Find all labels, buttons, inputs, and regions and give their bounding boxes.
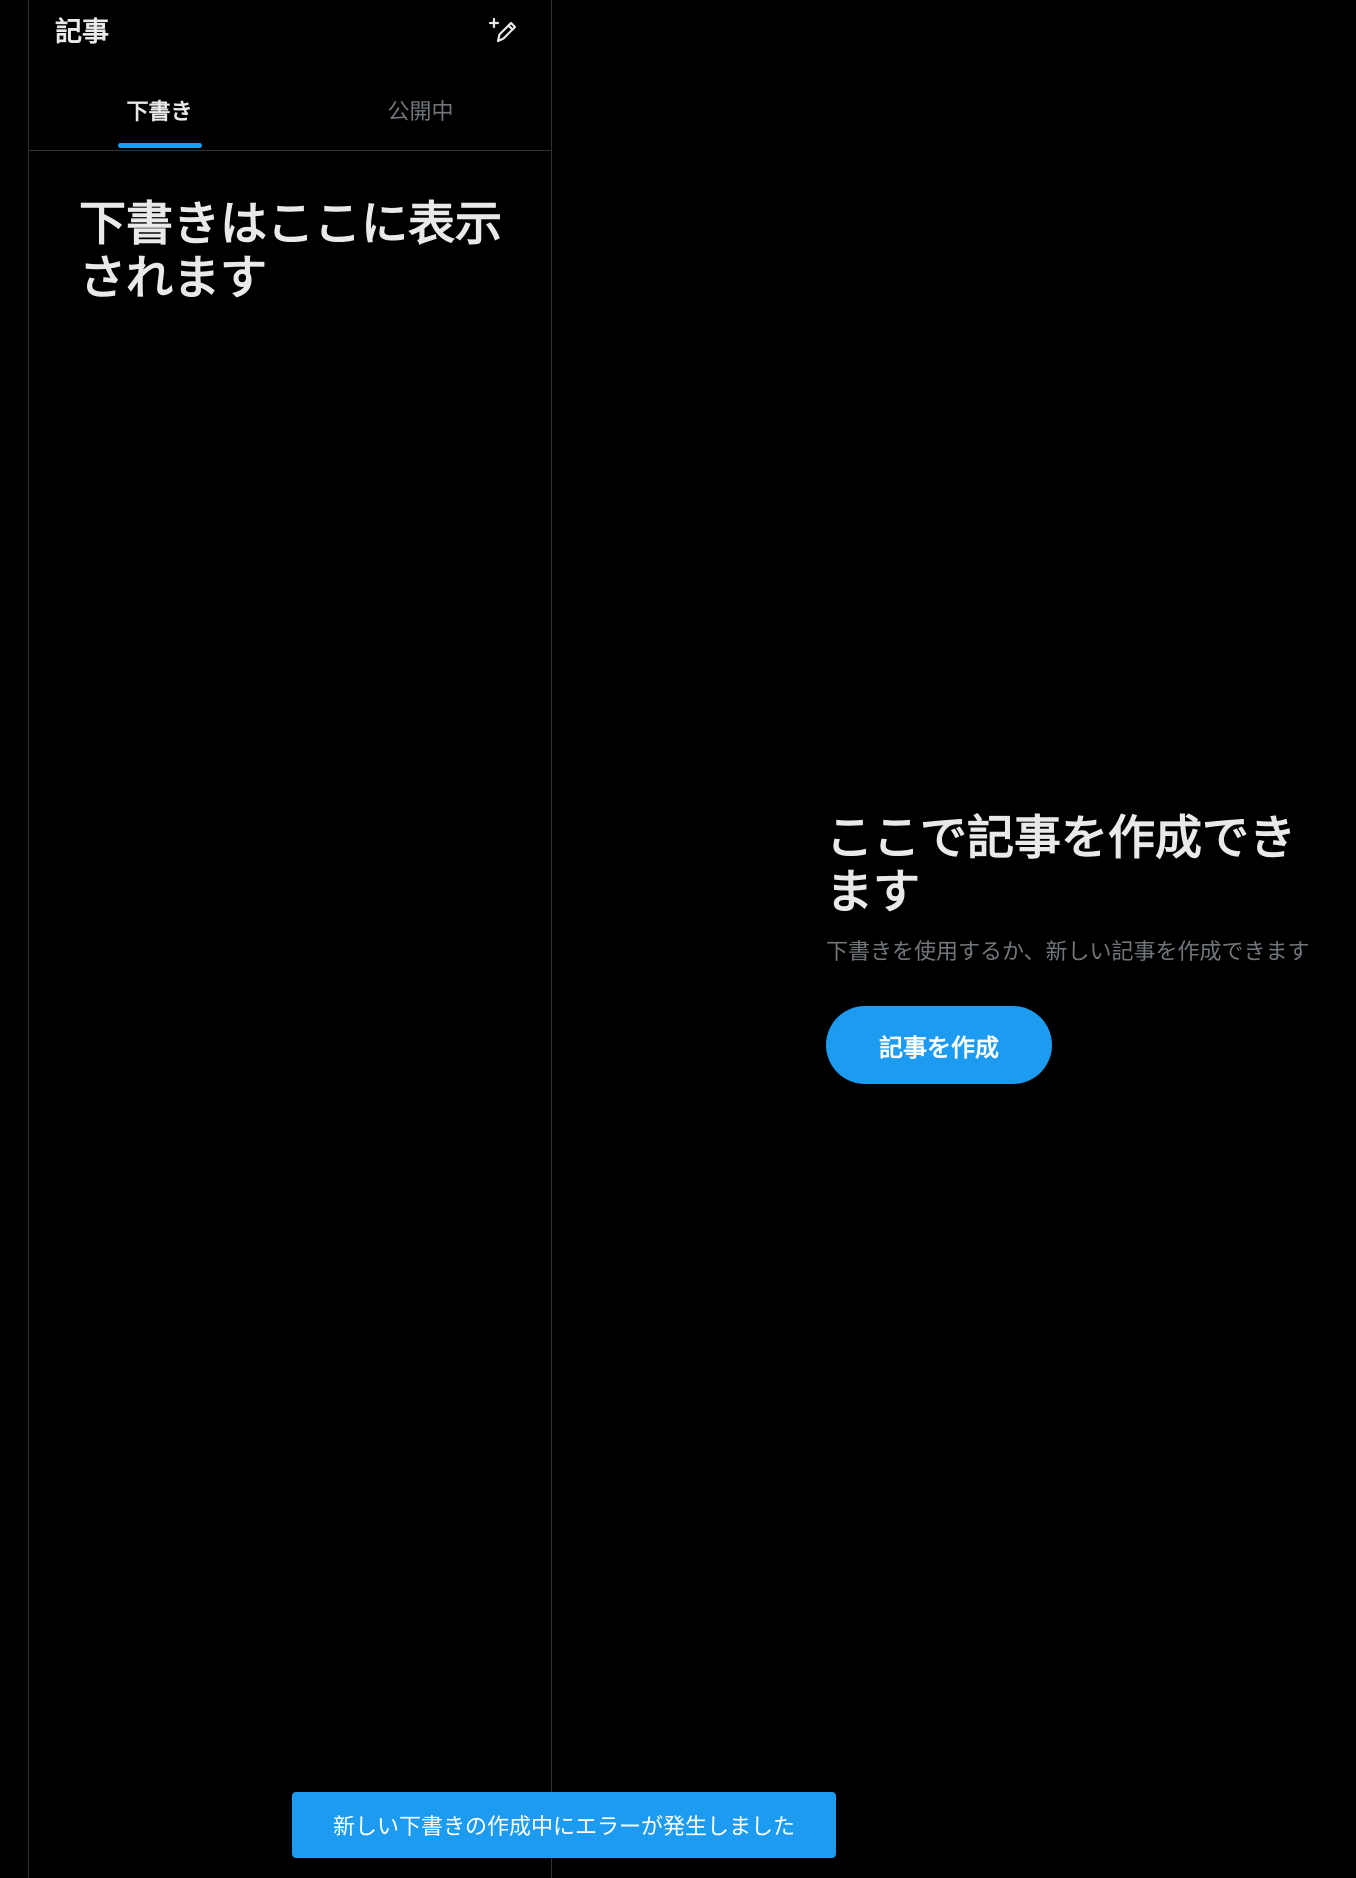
tab-drafts-label: 下書き [126, 100, 193, 125]
tab-drafts[interactable]: 下書き [29, 82, 290, 150]
error-toast: 新しい下書きの作成中にエラーが発生しました [292, 1792, 836, 1858]
main-empty-state: ここで記事を作成できます 下書きを使用するか、新しい記事を作成できます 記事を作… [826, 812, 1326, 1084]
create-article-button[interactable]: 記事を作成 [826, 1006, 1052, 1084]
main-empty-subtitle: 下書きを使用するか、新しい記事を作成できます [826, 940, 1310, 965]
tab-bar: 下書き 公開中 [29, 82, 551, 151]
page-title: 記事 [55, 17, 109, 48]
tab-published[interactable]: 公開中 [290, 82, 551, 150]
drafts-empty-title: 下書きはここに表示されます [79, 197, 502, 306]
compose-pen-plus-icon[interactable] [487, 14, 519, 46]
main-empty-title: ここで記事を作成できます [826, 811, 1296, 920]
articles-sidebar: 記事 下書き 公開中 下書きはここに表示されます [28, 0, 552, 1878]
tab-published-label: 公開中 [387, 100, 454, 125]
panel-header: 記事 [29, 0, 551, 60]
active-tab-indicator [117, 143, 202, 148]
